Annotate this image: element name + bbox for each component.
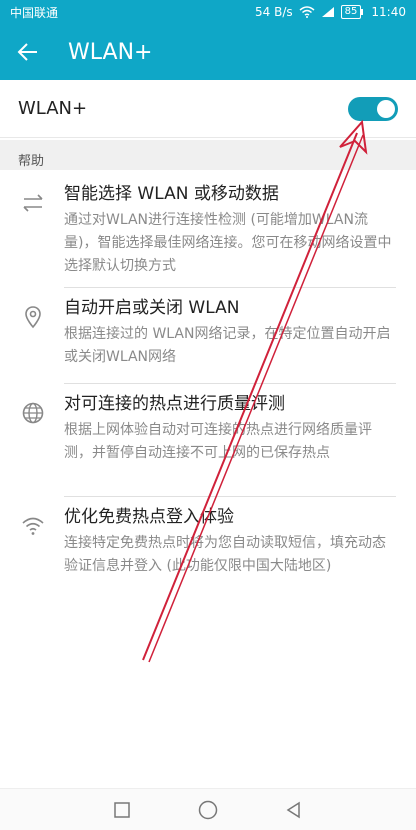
wifi-icon [22,517,44,535]
back-triangle-icon[interactable] [284,800,304,820]
network-speed: 54 B/s [255,5,293,19]
recent-apps-icon[interactable] [112,800,132,820]
navigation-bar [0,788,416,830]
help-item-desc: 连接特定免费热点时将为您自动读取短信，填充动态验证信息并登入 (此功能仅限中国大… [64,535,386,574]
back-button[interactable] [0,24,56,80]
help-item-free-hotspot: 优化免费热点登入体验 连接特定免费热点时将为您自动读取短信，填充动态验证信息并登… [0,505,416,578]
help-item-desc: 根据上网体验自动对可连接的热点进行网络质量评测，并暂停自动连接不可上网的已保存热… [64,422,372,461]
clock: 11:40 [371,5,406,19]
carrier-name: 中国联通 [10,5,59,20]
status-bar: 中国联通 54 B/s 85 11:40 [0,0,416,24]
wlan-plus-switch[interactable] [348,96,398,121]
globe-icon [22,402,44,424]
wlan-plus-row[interactable]: WLAN+ [0,80,416,138]
divider [64,383,396,384]
help-item-smart-select: 智能选择 WLAN 或移动数据 通过对WLAN进行连接性检测 (可能增加WLAN… [0,182,416,278]
signal-icon [321,7,334,17]
page-title: WLAN+ [68,39,153,65]
app-bar: WLAN+ [0,24,416,80]
help-item-title: 自动开启或关闭 WLAN [64,298,240,318]
swap-arrows-icon [23,194,43,212]
switch-knob [377,99,395,118]
battery-indicator: 85 [340,5,364,19]
back-arrow-icon [17,43,37,61]
divider [64,287,396,288]
status-right: 54 B/s 85 11:40 [255,5,406,19]
help-item-title: 优化免费热点登入体验 [64,507,234,527]
section-header-help: 帮助 [0,140,416,170]
wifi-status-icon [299,6,315,18]
help-item-desc: 根据连接过的 WLAN网络记录，在特定位置自动开启或关闭WLAN网络 [64,326,391,365]
location-pin-icon [25,306,41,329]
home-icon[interactable] [197,799,219,821]
divider [64,496,396,497]
help-item-auto-wlan: 自动开启或关闭 WLAN 根据连接过的 WLAN网络记录，在特定位置自动开启或关… [0,296,416,369]
help-item-quality-eval: 对可连接的热点进行质量评测 根据上网体验自动对可连接的热点进行网络质量评测，并暂… [0,392,416,465]
wlan-plus-label: WLAN+ [18,98,88,119]
help-item-title: 对可连接的热点进行质量评测 [64,394,285,414]
help-item-title: 智能选择 WLAN 或移动数据 [64,184,279,204]
help-item-desc: 通过对WLAN进行连接性检测 (可能增加WLAN流量)，智能选择最佳网络连接。您… [64,212,392,274]
